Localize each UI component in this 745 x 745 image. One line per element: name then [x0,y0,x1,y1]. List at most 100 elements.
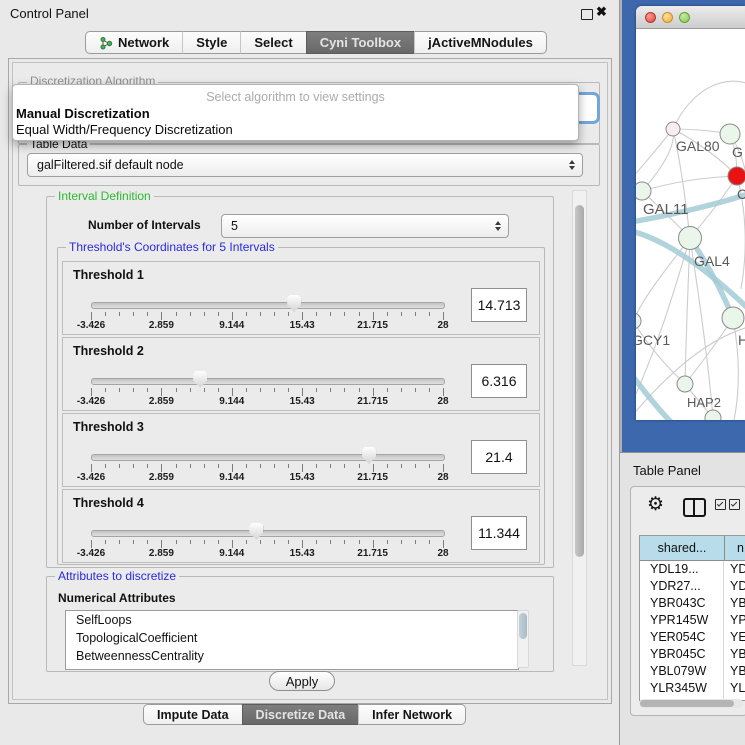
tab-select[interactable]: Select [240,31,305,54]
close-traffic-light-icon[interactable] [645,12,656,23]
threshold-slider-thumb[interactable] [362,447,376,464]
table-horizontal-scrollbar[interactable] [639,699,743,708]
threshold-slider-track[interactable] [91,302,445,309]
table-cell[interactable]: YBL0 [724,663,745,680]
table-row[interactable]: YER054CYER0 [640,629,745,646]
network-node-label: GAL11 [643,201,689,218]
main-scrollbar[interactable] [572,190,587,666]
slider-tick-label: 15.43 [290,396,315,407]
attribute-item-topologicalcoefficient[interactable]: TopologicalCoefficient [66,629,518,647]
table-cell[interactable]: YBR043C [640,595,724,612]
table-row[interactable]: YBR043CYBR0 [640,595,745,612]
table-row[interactable]: YBR045CYBR0 [640,646,745,663]
threshold-slider-thumb[interactable] [193,371,207,388]
table-cell[interactable]: YDL1 [724,561,745,578]
minimize-traffic-light-icon[interactable] [662,12,673,23]
attributes-scrollbar[interactable] [517,610,529,668]
slider-tick [330,312,331,316]
network-node[interactable] [636,313,641,329]
close-icon[interactable]: ✖ [596,4,607,20]
table-row[interactable]: YBL079WYBL0 [640,663,745,680]
slider-tick [161,540,162,548]
zoom-traffic-light-icon[interactable] [679,12,690,23]
slider-tick [176,312,177,316]
table-row[interactable]: YDR27...YDR2 [640,578,745,595]
table-cell[interactable]: YDR2 [724,578,745,595]
number-of-intervals-combo[interactable]: 5 [221,214,509,238]
table-panel: Table Panel ⚙ shared...n YDL19...YDL1YDR… [620,452,745,745]
tab-style[interactable]: Style [182,31,240,54]
threshold-value-field[interactable]: 6.316 [471,364,527,398]
attribute-item-betweennesscentrality[interactable]: BetweennessCentrality [66,647,518,665]
table-hscroll-thumb[interactable] [640,700,734,707]
apply-button[interactable]: Apply [269,671,335,691]
table-cell[interactable]: YBR0 [724,595,745,612]
threshold-slider-track[interactable] [91,454,445,461]
network-node[interactable] [720,124,740,144]
network-window-titlebar[interactable] [636,6,745,29]
table-cell[interactable]: YLR345W [640,680,724,697]
network-node[interactable] [722,307,744,329]
algorithm-placeholder-option[interactable]: Select algorithm to view settings [13,90,578,104]
table-header-shared-[interactable]: shared... [640,536,725,560]
split-pane-icon[interactable] [683,498,706,517]
attributes-scrollbar-thumb[interactable] [519,613,527,639]
network-node[interactable] [666,122,680,136]
slider-tick [119,540,120,544]
tab-cyni-toolbox[interactable]: Cyni Toolbox [306,31,414,54]
bottom-tab-impute-data[interactable]: Impute Data [143,704,242,725]
threshold-slider-track[interactable] [91,530,445,537]
network-node[interactable] [728,167,745,185]
table-cell[interactable]: YDL19... [640,561,724,578]
table-cell[interactable]: YER054C [640,629,724,646]
network-node[interactable] [636,182,651,200]
network-window[interactable]: GAL80GCGAL11GAL4GCY1HHAP2 [636,6,745,420]
threshold-value-field[interactable]: 14.713 [471,288,527,322]
table-panel-body: ⚙ shared...n YDL19...YDL1YDR27...YDR2YBR… [630,486,745,716]
threshold-slider-thumb[interactable] [249,523,263,540]
network-edge[interactable] [636,238,690,321]
bottom-tab-label: Impute Data [157,708,229,722]
network-edge[interactable] [673,81,745,129]
algorithm-option-manual-discretization[interactable]: Manual Discretization [16,106,150,121]
table-cell[interactable]: YDR27... [640,578,724,595]
table-row[interactable]: YPR145WYPR1 [640,612,745,629]
table-cell[interactable]: YPR145W [640,612,724,629]
threshold-slider-track[interactable] [91,378,445,385]
threshold-value-field[interactable]: 21.4 [471,440,527,474]
table-data-combo[interactable]: galFiltered.sif default node [27,153,583,177]
algorithm-option-equal-width-frequency-discretization[interactable]: Equal Width/Frequency Discretization [16,122,233,137]
float-window-icon[interactable] [581,9,593,20]
network-edge[interactable] [636,129,673,179]
gear-icon[interactable]: ⚙ [647,493,664,516]
network-node-label: GAL80 [676,138,720,154]
checkbox-icons[interactable] [715,499,740,510]
network-edge[interactable] [642,176,737,191]
slider-tick-label: 2.859 [149,396,174,407]
main-scrollbar-thumb[interactable] [575,205,584,557]
network-node[interactable] [679,227,702,250]
table-header-n[interactable]: n [725,536,745,560]
table-cell[interactable]: YPR1 [724,612,745,629]
table-cell[interactable]: YLR3 [724,680,745,697]
attribute-item-selfloops[interactable]: SelfLoops [66,611,518,629]
tab-label: Network [118,35,169,50]
table-cell[interactable]: YBR045C [640,646,724,663]
threshold-value-field[interactable]: 11.344 [471,516,527,550]
tab-jactivemnodules[interactable]: jActiveMNodules [414,31,547,54]
table-row[interactable]: YDL19...YDL1 [640,561,745,578]
thresholds-group-label: Threshold's Coordinates for 5 Intervals [66,240,278,254]
numerical-attributes-list[interactable]: SelfLoopsTopologicalCoefficientBetweenne… [65,610,519,670]
network-node[interactable] [677,376,693,392]
threshold-slider-thumb[interactable] [287,295,301,312]
table-cell[interactable]: YBL079W [640,663,724,680]
slider-tick [91,464,92,472]
network-canvas[interactable]: GAL80GCGAL11GAL4GCY1HHAP2 [636,29,745,420]
table-row[interactable]: YLR345WYLR3 [640,680,745,697]
tab-network[interactable]: Network [85,31,182,54]
table-cell[interactable]: YBR0 [724,646,745,663]
thresholds-group: Threshold's Coordinates for 5 Intervals … [57,247,545,565]
bottom-tab-infer-network[interactable]: Infer Network [358,704,466,725]
bottom-tab-discretize-data[interactable]: Discretize Data [242,704,359,725]
table-cell[interactable]: YER0 [724,629,745,646]
